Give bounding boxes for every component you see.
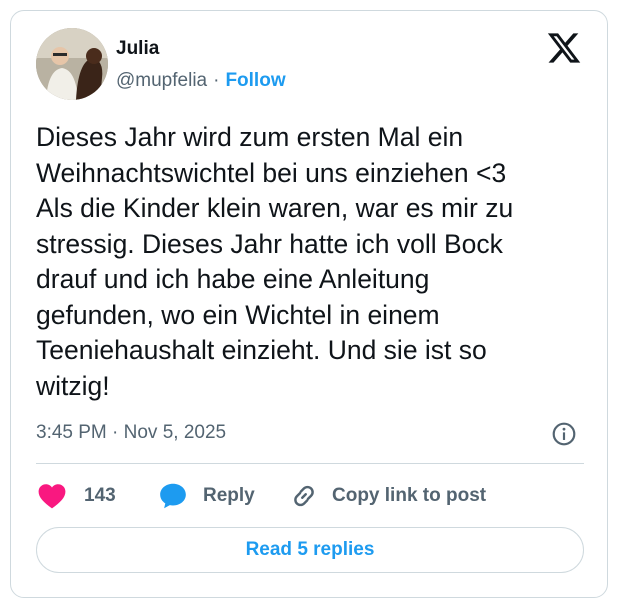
divider xyxy=(36,463,584,464)
copy-link-button[interactable]: Copy link to post xyxy=(290,481,486,511)
reply-label: Reply xyxy=(203,485,255,506)
read-replies-button[interactable]: Read 5 replies xyxy=(36,527,584,573)
tweet-text-line: Dieses Jahr wird zum ersten Mal ein xyxy=(36,122,464,152)
tweet-text-line: Weihnachtswichtel bei uns einziehen <3 xyxy=(36,157,507,188)
tweet-text-line: witzig! xyxy=(36,370,110,401)
tweet-text: Dieses Jahr wird zum ersten Mal ein Weih… xyxy=(36,120,584,404)
heart-icon xyxy=(38,484,66,509)
info-icon[interactable] xyxy=(551,421,577,447)
like-button[interactable]: 143 xyxy=(38,481,116,511)
tweet-text-line: Teeniehaushalt einzieht. Und sie ist so xyxy=(36,335,487,365)
like-count: 143 xyxy=(84,485,116,506)
copy-link-label: Copy link to post xyxy=(332,485,487,506)
tweet-text-line: drauf und ich habe eine Anleitung xyxy=(36,264,430,294)
avatar-photo xyxy=(36,28,108,100)
x-logo-icon[interactable] xyxy=(546,30,582,66)
speech-bubble-icon xyxy=(160,483,186,509)
tweet-timestamp[interactable]: 3:45 PM · Nov 5, 2025 xyxy=(36,422,226,444)
follow-button[interactable]: Follow xyxy=(225,70,285,92)
tweet-text-line: stressig. Dieses Jahr hatte ich voll Boc… xyxy=(36,228,503,259)
author-handle-row: @mupfelia · Follow xyxy=(116,70,286,92)
avatar[interactable] xyxy=(36,28,108,100)
tweet-text-line: Als die Kinder klein waren, war es mir z… xyxy=(36,193,514,223)
separator-dot: · xyxy=(213,70,220,91)
reply-button[interactable]: Reply xyxy=(159,481,255,511)
author-name[interactable]: Julia xyxy=(116,38,159,60)
tweet-text-line: gefunden, wo ein Wichtel in einem xyxy=(36,299,440,330)
author-handle[interactable]: @mupfelia xyxy=(116,70,207,92)
link-icon xyxy=(294,485,314,507)
